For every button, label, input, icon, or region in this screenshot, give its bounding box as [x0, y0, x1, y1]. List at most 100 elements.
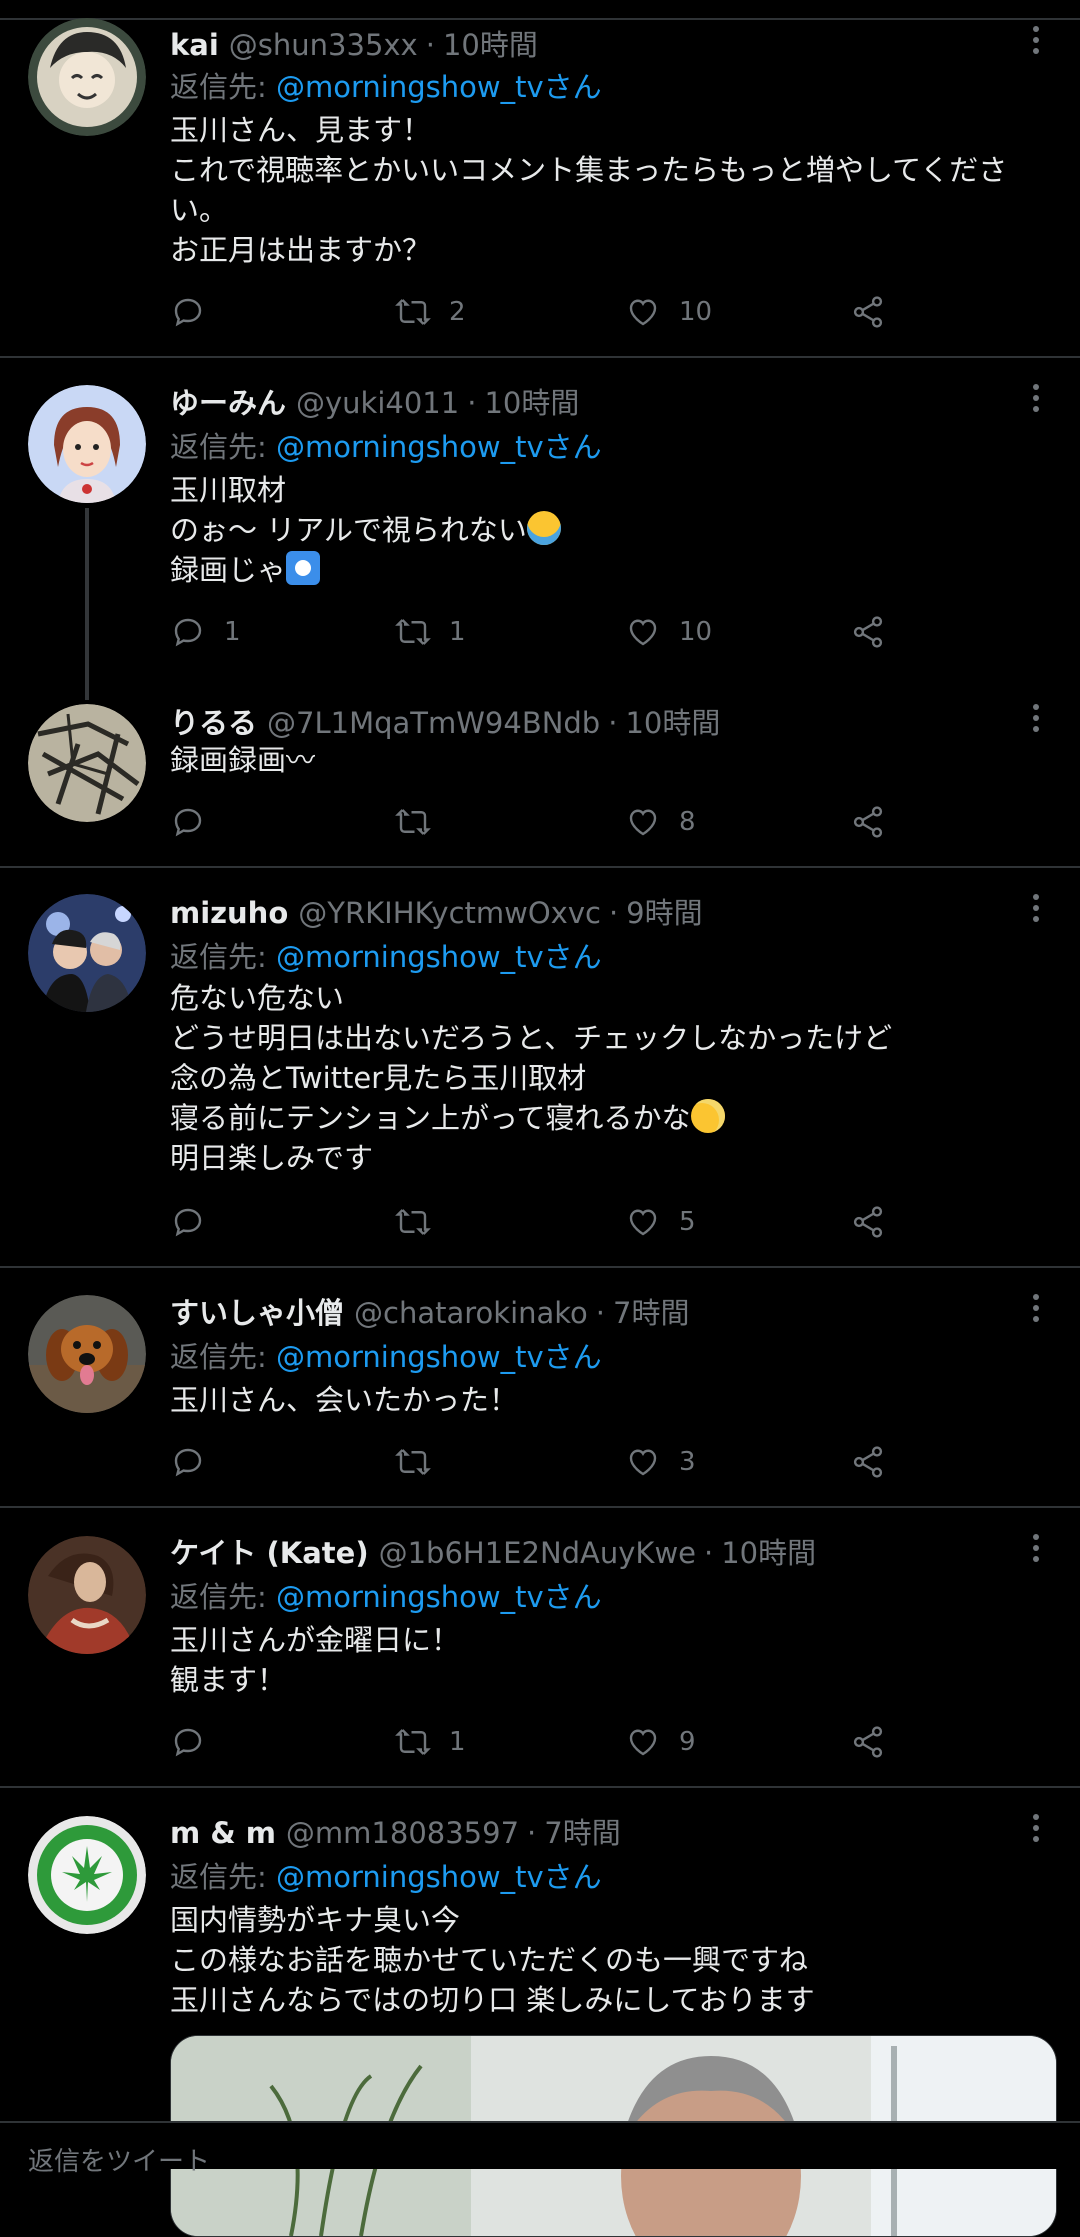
- retweet-button[interactable]: 2: [395, 292, 466, 332]
- like-icon: [629, 1449, 657, 1476]
- mention-link[interactable]: @morningshow_tvさん: [276, 1340, 602, 1374]
- handle[interactable]: @yuki4011: [296, 386, 459, 420]
- like-button[interactable]: 10: [625, 612, 712, 652]
- more-icon[interactable]: [1022, 1530, 1050, 1566]
- more-icon[interactable]: [1022, 1810, 1050, 1846]
- action-bar: 3: [170, 1442, 890, 1482]
- mention-suffix: さん: [543, 70, 602, 104]
- handle[interactable]: @mm18083597: [286, 1816, 519, 1850]
- like-button[interactable]: 10: [625, 292, 712, 332]
- action-bar: 8: [170, 802, 890, 842]
- mention-handle[interactable]: @morningshow_tv: [276, 1580, 544, 1614]
- tweet-text: 玉川さん、会いたかった！: [170, 1380, 1050, 1420]
- display-name[interactable]: すいしゃ小僧: [170, 1290, 344, 1332]
- retweet-count: 1: [449, 1727, 466, 1757]
- reply-button[interactable]: [170, 1442, 206, 1482]
- separator-dot: ·: [527, 1816, 537, 1850]
- display-name[interactable]: m & m: [170, 1816, 276, 1850]
- reply-composer-bar[interactable]: 返信をツイート: [0, 2121, 1080, 2177]
- avatar[interactable]: [28, 894, 146, 1012]
- handle[interactable]: @1b6H1E2NdAuyKwe: [379, 1536, 696, 1570]
- divider: [0, 1266, 1080, 1268]
- like-button[interactable]: 8: [625, 802, 696, 842]
- display-name[interactable]: ケイト (Kate): [170, 1530, 369, 1572]
- mention-handle[interactable]: @morningshow_tv: [276, 430, 544, 464]
- avatar[interactable]: [28, 385, 146, 503]
- reply-to: 返信先: @morningshow_tvさん: [170, 424, 602, 466]
- retweet-button[interactable]: [395, 1442, 431, 1482]
- tweet-line: い。: [170, 193, 229, 227]
- like-button[interactable]: 9: [625, 1722, 696, 1762]
- timestamp[interactable]: 10時間: [484, 380, 579, 422]
- retweet-icon: [395, 299, 431, 325]
- like-icon: [629, 619, 657, 646]
- share-button[interactable]: [850, 1722, 886, 1762]
- handle[interactable]: @chatarokinako: [354, 1296, 588, 1330]
- share-button[interactable]: [850, 612, 886, 652]
- more-icon[interactable]: [1022, 890, 1050, 926]
- like-button[interactable]: 3: [625, 1442, 696, 1482]
- avatar[interactable]: [28, 1295, 146, 1413]
- retweet-button[interactable]: [395, 802, 431, 842]
- more-icon[interactable]: [1022, 22, 1050, 58]
- mention-handle[interactable]: @morningshow_tv: [276, 1860, 544, 1894]
- share-button[interactable]: [850, 802, 886, 842]
- share-button[interactable]: [850, 292, 886, 332]
- retweet-button[interactable]: 1: [395, 612, 466, 652]
- display-name[interactable]: kai: [170, 28, 219, 62]
- reply-button[interactable]: [170, 1722, 206, 1762]
- handle[interactable]: @YRKIHKyctmwOxvc: [298, 896, 601, 930]
- retweet-button[interactable]: [395, 1202, 431, 1242]
- more-icon[interactable]: [1022, 700, 1050, 736]
- timestamp[interactable]: 10時間: [443, 22, 538, 64]
- reply-to: 返信先: @morningshow_tvさん: [170, 934, 602, 976]
- tweet-text: 国内情勢がキナ臭い今 この様なお話を聴かせていただくのも一興ですね 玉川さんなら…: [170, 1900, 1050, 2020]
- handle[interactable]: @shun335xx: [229, 28, 418, 62]
- display-name[interactable]: mizuho: [170, 896, 288, 930]
- divider: [0, 1786, 1080, 1788]
- more-icon[interactable]: [1022, 380, 1050, 416]
- retweet-count: 1: [449, 617, 466, 647]
- reply-prefix: 返信先:: [170, 1860, 276, 1894]
- reply-button[interactable]: [170, 802, 206, 842]
- tweet-line: 玉川さん、会いたかった！: [170, 1383, 519, 1417]
- like-button[interactable]: 5: [625, 1202, 696, 1242]
- mention-link[interactable]: @morningshow_tvさん: [276, 940, 602, 974]
- reply-button[interactable]: [170, 292, 206, 332]
- share-button[interactable]: [850, 1202, 886, 1242]
- reply-button[interactable]: [170, 1202, 206, 1242]
- mention-handle[interactable]: @morningshow_tv: [276, 1340, 544, 1374]
- timestamp[interactable]: 7時間: [544, 1810, 620, 1852]
- reply-icon: [174, 298, 202, 327]
- avatar[interactable]: [28, 704, 146, 822]
- timestamp[interactable]: 10時間: [625, 700, 720, 742]
- timestamp[interactable]: 7時間: [613, 1290, 689, 1332]
- mention-link[interactable]: @morningshow_tvさん: [276, 1860, 602, 1894]
- reply-to: 返信先: @morningshow_tvさん: [170, 1334, 602, 1376]
- tweet-header: mizuho @YRKIHKyctmwOxvc · 9時間: [170, 890, 703, 930]
- tweet-text: 危ない危ない どうせ明日は出ないだろうと、チェックしなかったけど 念の為とTwi…: [170, 978, 1050, 1178]
- display-name[interactable]: ゆーみん: [170, 380, 286, 422]
- mention-link[interactable]: @morningshow_tvさん: [276, 1580, 602, 1614]
- tweet-header: ケイト (Kate) @1b6H1E2NdAuyKwe · 10時間: [170, 1530, 816, 1570]
- display-name[interactable]: りるる: [170, 700, 257, 742]
- separator-dot: ·: [467, 386, 477, 420]
- reply-input-placeholder[interactable]: 返信をツイート: [28, 2141, 210, 2178]
- share-button[interactable]: [850, 1442, 886, 1482]
- retweet-button[interactable]: 1: [395, 1722, 466, 1762]
- mention-handle[interactable]: @morningshow_tv: [276, 70, 544, 104]
- handle[interactable]: @7L1MqaTmW94BNdb: [267, 706, 600, 740]
- mention-handle[interactable]: @morningshow_tv: [276, 940, 544, 974]
- reply-button[interactable]: 1: [170, 612, 241, 652]
- more-icon[interactable]: [1022, 1290, 1050, 1326]
- avatar[interactable]: [28, 1536, 146, 1654]
- like-count: 10: [679, 617, 713, 647]
- timestamp[interactable]: 9時間: [626, 890, 702, 932]
- avatar[interactable]: [28, 18, 146, 136]
- tweet-line: 念の為とTwitter見たら玉川取材: [170, 1061, 587, 1095]
- mention-link[interactable]: @morningshow_tvさん: [276, 430, 602, 464]
- avatar[interactable]: [28, 1816, 146, 1934]
- tweet-line-text: 寝る前にテンション上がって寝れるかな: [170, 1101, 691, 1135]
- mention-link[interactable]: @morningshow_tvさん: [276, 70, 602, 104]
- timestamp[interactable]: 10時間: [721, 1530, 816, 1572]
